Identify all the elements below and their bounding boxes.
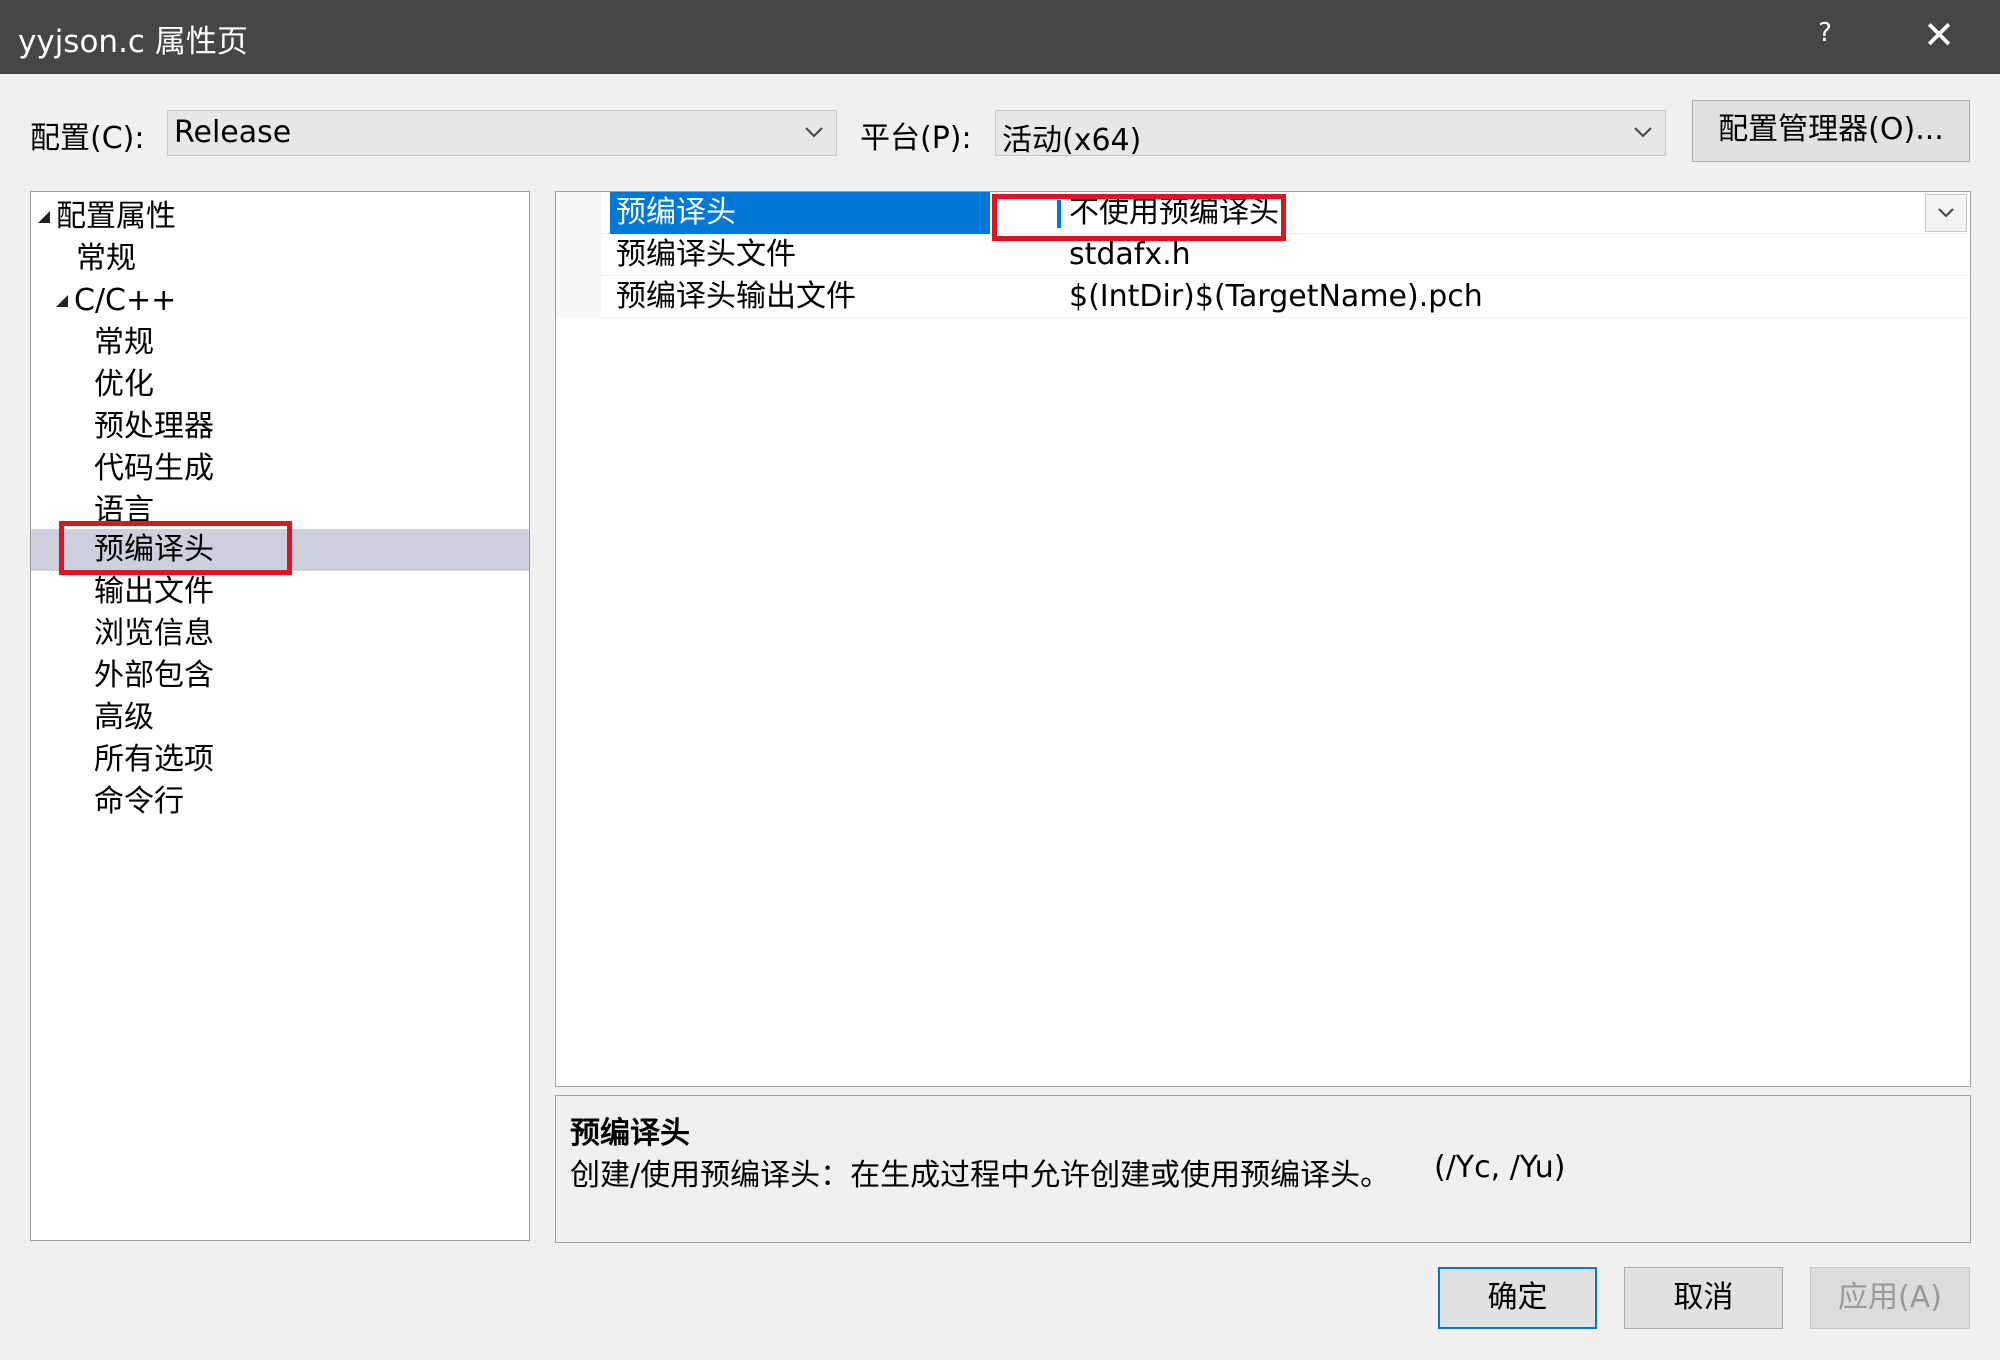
- chevron-down-icon: [1634, 127, 1652, 138]
- tree-item-external-includes[interactable]: 外部包含: [31, 655, 529, 697]
- platform-dropdown[interactable]: 活动(x64): [995, 110, 1666, 158]
- tree-item-label: 外部包含: [94, 658, 214, 693]
- close-button[interactable]: ✕: [1914, 10, 1964, 60]
- property-row[interactable]: 预编译头输出文件 $(IntDir)$(TargetName).pch: [601, 276, 1969, 318]
- tree-item-label: 常规: [76, 241, 136, 276]
- grid-gutter: [556, 192, 601, 318]
- tree-item-label: 命令行: [94, 784, 184, 819]
- config-manager-button[interactable]: 配置管理器(O)...: [1692, 100, 1970, 162]
- tree-item-label: 所有选项: [94, 742, 214, 777]
- title-bar: yyjson.c 属性页 ? ✕: [0, 0, 2000, 74]
- expanded-arrow-icon[interactable]: [55, 294, 69, 308]
- apply-button[interactable]: 应用(A): [1810, 1267, 1970, 1329]
- tree-item-label: 配置属性: [56, 199, 176, 234]
- tree-item-label: 优化: [94, 367, 154, 402]
- tree-item-output-files[interactable]: 输出文件: [31, 571, 529, 613]
- tree-item-general[interactable]: 常规: [31, 238, 529, 280]
- tree-item-label: 常规: [94, 325, 154, 360]
- property-row[interactable]: 预编译头文件 stdafx.h: [601, 234, 1969, 276]
- property-name: 预编译头文件: [616, 237, 796, 272]
- tree-item-label: C/C++: [74, 283, 177, 318]
- tree-item-browse-information[interactable]: 浏览信息: [31, 613, 529, 655]
- platform-label: 平台(P):: [860, 121, 972, 156]
- help-button[interactable]: ?: [1810, 18, 1840, 48]
- tree-item-code-generation[interactable]: 代码生成: [31, 448, 529, 490]
- tree-item-label: 语言: [94, 493, 154, 528]
- chevron-down-icon: [1938, 208, 1954, 218]
- tree-item-label: 高级: [94, 700, 154, 735]
- tree-item-cpp[interactable]: C/C++: [31, 280, 529, 322]
- tree-item-preprocessor[interactable]: 预处理器: [31, 406, 529, 448]
- tree-item-advanced[interactable]: 高级: [31, 697, 529, 739]
- ok-button[interactable]: 确定: [1438, 1267, 1597, 1329]
- tree-item-command-line[interactable]: 命令行: [31, 781, 529, 823]
- tree-item-all-options[interactable]: 所有选项: [31, 739, 529, 781]
- tree-item-label: 输出文件: [94, 574, 214, 609]
- tree-item-label: 代码生成: [94, 451, 214, 486]
- property-grid: 预编译头 不使用预编译头 预编译头文件 stdafx.h 预编译头输出文件 $(…: [555, 191, 1971, 1087]
- tree-item-label: 预编译头: [94, 532, 214, 567]
- value-dropdown-button[interactable]: [1925, 194, 1967, 232]
- description-text: 创建/使用预编译头：在生成过程中允许创建或使用预编译头。: [570, 1158, 1391, 1193]
- property-value-dropdown[interactable]: 不使用预编译头: [1057, 192, 1279, 234]
- tree-item-config-properties[interactable]: 配置属性: [31, 196, 529, 238]
- property-value[interactable]: $(IntDir)$(TargetName).pch: [1057, 276, 1483, 318]
- window-title: yyjson.c 属性页: [18, 24, 248, 60]
- config-dropdown[interactable]: Release: [167, 110, 837, 156]
- description-title: 预编译头: [570, 1116, 690, 1151]
- property-tree: 配置属性 常规 C/C++ 常规 优化 预处理器 代码生成 语言 预编译头 输出…: [30, 191, 530, 1241]
- config-label: 配置(C):: [30, 121, 145, 156]
- platform-value: 活动(x64): [1002, 123, 1142, 158]
- property-name: 预编译头输出文件: [616, 279, 856, 314]
- config-value: Release: [174, 115, 292, 150]
- tree-item-label: 浏览信息: [94, 616, 214, 651]
- property-row[interactable]: 预编译头 不使用预编译头: [601, 192, 1969, 234]
- description-flags: (/Yc, /Yu): [1434, 1150, 1566, 1185]
- description-panel: 预编译头 创建/使用预编译头：在生成过程中允许创建或使用预编译头。 (/Yc, …: [555, 1095, 1971, 1243]
- tree-item-label: 预处理器: [94, 409, 214, 444]
- tree-item-language[interactable]: 语言: [31, 490, 529, 532]
- property-value[interactable]: stdafx.h: [1057, 234, 1191, 276]
- property-name-selected[interactable]: 预编译头: [610, 192, 990, 234]
- tree-item-optimization[interactable]: 优化: [31, 364, 529, 406]
- tree-item-cpp-general[interactable]: 常规: [31, 322, 529, 364]
- chevron-down-icon: [805, 127, 823, 138]
- expanded-arrow-icon[interactable]: [37, 210, 51, 224]
- cancel-button[interactable]: 取消: [1624, 1267, 1783, 1329]
- tree-item-precompiled-headers[interactable]: 预编译头: [31, 529, 529, 571]
